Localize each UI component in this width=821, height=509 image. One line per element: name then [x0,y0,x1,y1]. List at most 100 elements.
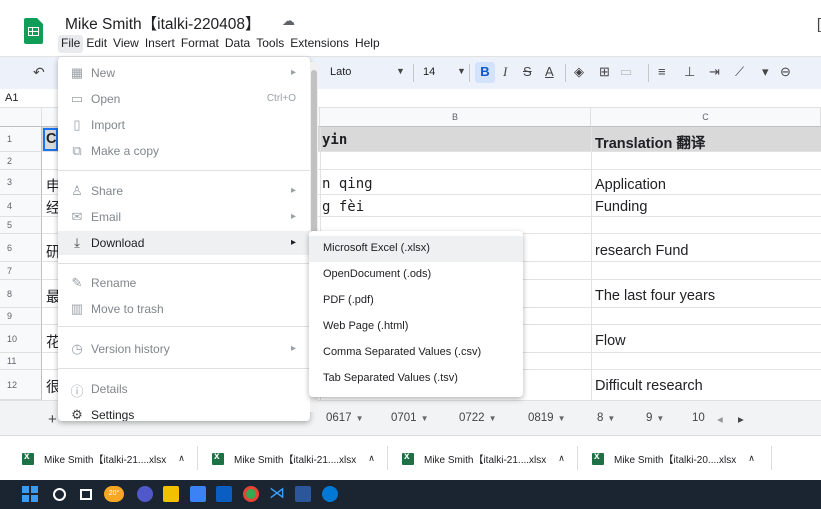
sheet-tab[interactable]: 8 ▼ [597,412,615,424]
search-icon[interactable] [53,488,66,501]
menu-item-email[interactable]: ✉ Email ▸ [58,205,310,229]
chevron-down-icon[interactable]: ▾ [762,64,769,80]
menu-tools[interactable]: Tools [253,35,287,53]
menu-edit[interactable]: Edit [83,35,110,53]
vertical-align-icon[interactable]: ⊥ [684,64,695,80]
row-header[interactable]: 9 [0,308,42,325]
menu-item-download[interactable]: ⤓ Download ▸ [58,231,310,255]
column-header-b[interactable]: B [320,108,591,127]
cell-c10[interactable]: Flow [595,333,626,349]
row-header[interactable]: 7 [0,262,42,280]
download-item[interactable]: Mike Smith【italki-20....xlsx ∧ [592,451,755,466]
align-left-icon[interactable]: ≡ [658,64,666,79]
download-item[interactable]: Mike Smith【italki-21....xlsx ∧ [212,451,375,466]
font-size-select[interactable]: 14 [423,66,435,78]
sheet-tab[interactable]: 0617 ▼ [326,412,364,424]
menu-item-settings[interactable]: ⚙ Settings [58,403,310,421]
column-header-c[interactable]: C [591,108,821,127]
store-icon[interactable] [190,486,206,502]
borders-icon[interactable]: ⊞ [599,64,610,80]
chevron-down-icon[interactable]: ▼ [396,66,405,76]
strikethrough-button[interactable]: S [523,64,532,79]
download-item[interactable]: Mike Smith【italki-21....xlsx ∧ [22,451,185,466]
name-box[interactable]: A1 [5,92,18,104]
row-header[interactable]: 11 [0,353,42,370]
row-header[interactable]: 3 [0,170,42,195]
menu-view[interactable]: View [110,35,142,53]
menu-format[interactable]: Format [178,35,222,53]
sheet-tab[interactable]: 0722 ▼ [459,412,497,424]
sheet-tab[interactable]: 0819 ▼ [528,412,566,424]
teams-chat-icon[interactable] [137,486,153,502]
sheets-logo-icon[interactable] [24,18,43,44]
cell-c8[interactable]: The last four years [595,288,715,304]
cell-b3[interactable]: n qing [322,176,373,192]
sheet-tab[interactable]: 0701 ▼ [391,412,429,424]
chevron-down-icon[interactable]: ▼ [457,66,466,76]
cell-b4[interactable]: g fèi [322,199,364,215]
merge-cells-icon[interactable]: ▭ [620,64,632,80]
menu-item-share[interactable]: ♙ Share ▸ [58,179,310,203]
row-header[interactable]: 2 [0,152,42,170]
menu-item-make-a-copy[interactable]: ⧉ Make a copy [58,139,310,163]
row-header[interactable]: 6 [0,234,42,262]
chevron-up-icon[interactable]: ∧ [368,453,375,464]
document-title[interactable]: Mike Smith【italki-220408】 [65,12,261,34]
sheet-tab[interactable]: 9 ▼ [646,412,664,424]
menu-help[interactable]: Help [352,35,383,53]
skype-icon[interactable] [322,486,338,502]
download-option-pdf[interactable]: PDF (.pdf) [309,288,523,314]
mail-app-icon[interactable] [216,486,232,502]
menu-item-import[interactable]: ▯ Import [58,113,310,137]
text-wrap-icon[interactable]: ⇥ [709,64,720,80]
weather-icon[interactable]: 20° [104,486,124,502]
row-header[interactable]: 4 [0,195,42,217]
cell-b1[interactable]: yin [322,132,347,148]
row-header[interactable]: 5 [0,217,42,234]
text-color-button[interactable]: A [545,64,554,79]
menu-insert[interactable]: Insert [142,35,178,53]
font-family-select[interactable]: Lato [330,66,351,78]
chrome-icon[interactable] [243,486,259,502]
file-explorer-icon[interactable] [163,486,179,502]
text-rotate-icon[interactable]: ⟋ [735,64,744,80]
menu-item-open[interactable]: ▭ Open Ctrl+O [58,87,310,111]
fill-color-icon[interactable]: ◈ [574,64,584,80]
windows-start-icon[interactable] [22,486,38,502]
select-all-corner[interactable] [0,108,42,127]
row-header[interactable]: 10 [0,325,42,353]
italic-button[interactable]: I [503,64,507,80]
download-option-csv[interactable]: Comma Separated Values (.csv) [309,340,523,366]
menu-item-details[interactable]: ⓘ Details [58,377,310,401]
cell-c1[interactable]: Translation 翻译 [595,132,705,153]
menu-item-version-history[interactable]: ◷ Version history ▸ [58,337,310,361]
download-option-tsv[interactable]: Tab Separated Values (.tsv) [309,366,523,392]
download-option-html[interactable]: Web Page (.html) [309,314,523,340]
menu-extensions[interactable]: Extensions [287,35,352,53]
menu-data[interactable]: Data [222,35,253,53]
menu-item-move-to-trash[interactable]: ▥ Move to trash [58,297,310,321]
cloud-saved-icon[interactable]: ☁ [282,13,295,29]
insert-link-icon[interactable]: ⊖ [780,64,791,80]
row-header[interactable]: 1 [0,127,42,152]
cell-c6[interactable]: research Fund [595,243,689,259]
add-sheet-button[interactable]: + [48,411,57,428]
menu-item-new[interactable]: ▦ New ▸ [58,61,310,85]
vscode-icon[interactable]: ⋊ [269,486,285,502]
undo-icon[interactable]: ↶ [33,64,45,81]
bold-button[interactable]: B [475,62,495,83]
menu-item-rename[interactable]: ✎ Rename [58,271,310,295]
sheet-tab[interactable]: 10 [692,412,705,424]
cell-c4[interactable]: Funding [595,199,647,215]
menu-file[interactable]: File [58,35,84,53]
chevron-up-icon[interactable]: ∧ [748,453,755,464]
chevron-up-icon[interactable]: ∧ [558,453,565,464]
download-option-ods[interactable]: OpenDocument (.ods) [309,262,523,288]
download-option-xlsx[interactable]: Microsoft Excel (.xlsx) [309,236,523,262]
scroll-tabs-left-icon[interactable]: ◂ [717,412,723,426]
chevron-up-icon[interactable]: ∧ [178,453,185,464]
scroll-tabs-right-icon[interactable]: ▸ [738,412,744,426]
cell-c12[interactable]: Difficult research [595,378,703,394]
word-icon[interactable] [295,486,311,502]
task-view-icon[interactable] [80,489,92,500]
